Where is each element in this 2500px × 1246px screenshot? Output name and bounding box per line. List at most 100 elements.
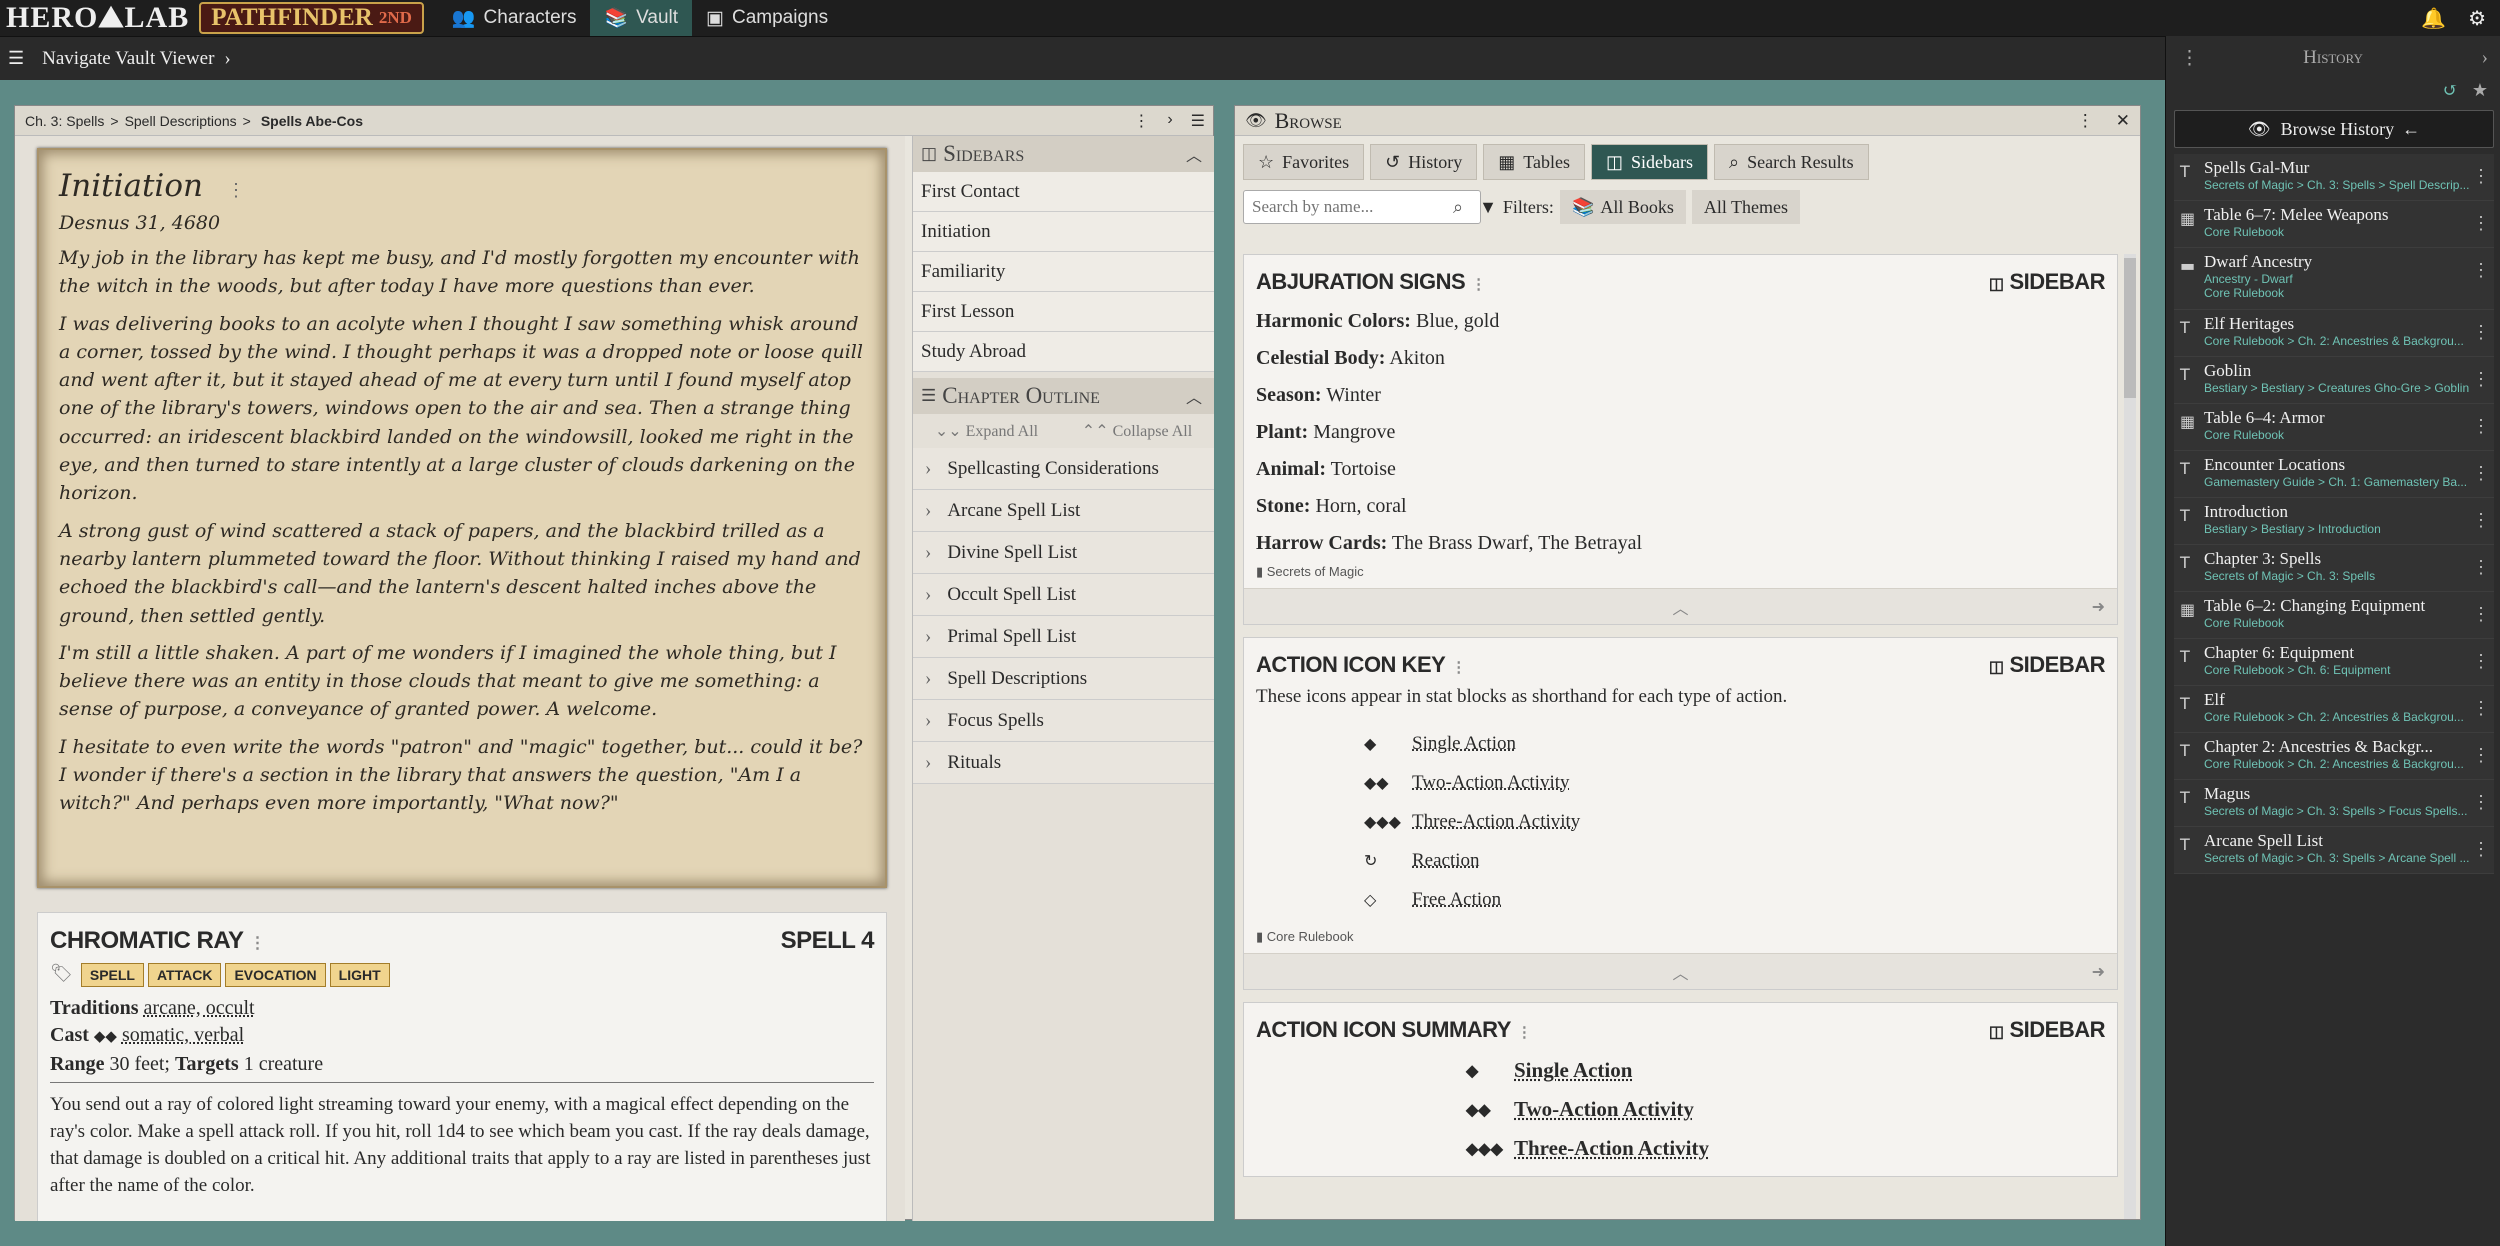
chevron-right-icon[interactable]: › (925, 752, 931, 774)
sidebar-list-item[interactable]: First Lesson (913, 292, 1214, 332)
chevron-right-icon[interactable]: › (224, 48, 230, 70)
action-link[interactable]: Three-Action Activity (1412, 811, 1580, 833)
card-title[interactable]: ACTION ICON SUMMARY (1256, 1017, 1511, 1042)
sidebar-list-item[interactable]: Initiation (913, 212, 1214, 252)
cast-value[interactable]: somatic, verbal (122, 1024, 244, 1046)
tab-characters[interactable]: 👥 Characters (438, 0, 591, 36)
outline-item[interactable]: › Primal Spell List (913, 616, 1214, 658)
arrow-right-icon[interactable]: ➜ (2092, 597, 2105, 616)
chevron-up-icon[interactable]: ︿ (1672, 595, 1688, 619)
action-link[interactable]: Reaction (1412, 850, 1480, 872)
browse-scrollbar[interactable] (2124, 254, 2136, 1219)
herolab-logo[interactable]: HERO⛰LAB (0, 1, 199, 35)
navigate-vault-viewer[interactable]: Navigate Vault Viewer (42, 48, 214, 70)
outline-item[interactable]: › Focus Spells (913, 700, 1214, 742)
more-vertical-icon[interactable]: ⋮ (2180, 47, 2199, 70)
more-vertical-icon[interactable]: ⋮ (2472, 260, 2490, 281)
more-vertical-icon[interactable]: ⋮ (2472, 166, 2490, 187)
more-vertical-icon[interactable]: ⋮ (2472, 698, 2490, 719)
more-vertical-icon[interactable]: ⋮ (2472, 745, 2490, 766)
history-item[interactable]: T Goblin Bestiary > Bestiary > Creatures G… (2174, 357, 2494, 404)
star-icon[interactable]: ★ (2472, 80, 2488, 110)
all-themes-filter[interactable]: All Themes (1691, 190, 1801, 224)
chevron-right-icon[interactable]: › (925, 710, 931, 732)
breadcrumb-item[interactable]: Spell Descriptions (125, 113, 237, 129)
sidebar-list-item[interactable]: Familiarity (913, 252, 1214, 292)
action-link[interactable]: Single Action (1412, 733, 1516, 755)
chapter-outline-header[interactable]: ☰ Chapter Outline ︿ (913, 378, 1214, 414)
trait-badge[interactable]: EVOCATION (225, 963, 326, 987)
history-item[interactable]: T Chapter 3: Spells Secrets of Magic > Ch.… (2174, 545, 2494, 592)
history-item[interactable]: T Spells Gal-Mur Secrets of Magic > Ch. 3:… (2174, 154, 2494, 201)
outline-item[interactable]: › Spellcasting Considerations (913, 448, 1214, 490)
history-item[interactable]: T Arcane Spell List Secrets of Magic > Ch.… (2174, 827, 2494, 874)
sidebars-header[interactable]: ◫ Sidebars ︿ (913, 136, 1214, 172)
gear-icon[interactable]: ⚙ (2468, 6, 2486, 31)
action-link[interactable]: Three-Action Activity (1514, 1136, 1709, 1161)
scrollbar-thumb[interactable] (2124, 258, 2136, 398)
history-icon[interactable]: ↺ (2443, 80, 2458, 110)
chevron-up-icon[interactable]: ︿ (1186, 142, 1202, 166)
card-source-label[interactable]: Core Rulebook (1267, 929, 1354, 944)
more-vertical-icon[interactable]: ⋮ (2472, 792, 2490, 813)
more-vertical-icon[interactable]: ⋮ (2472, 213, 2490, 234)
outline-item[interactable]: › Arcane Spell List (913, 490, 1214, 532)
action-link[interactable]: Free Action (1412, 889, 1501, 911)
history-item[interactable]: T Chapter 6: Equipment Core Rulebook > Ch.… (2174, 639, 2494, 686)
more-vertical-icon[interactable]: ⋮ (2472, 463, 2490, 484)
expand-all-button[interactable]: ⌄⌄ Expand All (935, 421, 1038, 441)
more-vertical-icon[interactable]: ⋮ (1517, 1024, 1532, 1041)
tab-history[interactable]: ↺ History (1370, 144, 1478, 180)
tab-favorites[interactable]: ☆ Favorites (1243, 144, 1365, 180)
close-icon[interactable]: ✕ (2116, 111, 2130, 131)
action-link[interactable]: Two-Action Activity (1514, 1097, 1694, 1122)
collapse-all-button[interactable]: ⌃⌃ Collapse All (1082, 421, 1192, 441)
more-vertical-icon[interactable]: ⋮ (2472, 416, 2490, 437)
outline-item[interactable]: › Occult Spell List (913, 574, 1214, 616)
more-vertical-icon[interactable]: ⋮ (2472, 369, 2490, 390)
more-vertical-icon[interactable]: ⋮ (1133, 111, 1149, 131)
more-vertical-icon[interactable]: ⋮ (227, 180, 245, 201)
history-item[interactable]: ▬ Dwarf Ancestry Ancestry - Dwarf Core Rule… (2174, 248, 2494, 310)
bell-icon[interactable]: 🔔 (2421, 6, 2446, 31)
card-source-label[interactable]: Secrets of Magic (1267, 564, 1364, 579)
history-item[interactable]: T Elf Heritages Core Rulebook > Ch. 2: Anc… (2174, 310, 2494, 357)
more-vertical-icon[interactable]: ⋮ (2077, 111, 2094, 131)
chevron-up-icon[interactable]: ︿ (1672, 960, 1688, 984)
action-link[interactable]: Two-Action Activity (1412, 772, 1570, 794)
more-vertical-icon[interactable]: ⋮ (2472, 839, 2490, 860)
history-item[interactable]: T Magus Secrets of Magic > Ch. 3: Spells >… (2174, 780, 2494, 827)
more-vertical-icon[interactable]: ⋮ (250, 935, 266, 952)
tab-tables[interactable]: ▦ Tables (1483, 144, 1585, 180)
tab-vault[interactable]: 📚 Vault (590, 0, 693, 36)
action-link[interactable]: Single Action (1514, 1058, 1632, 1083)
list-icon[interactable]: ☰ (1191, 111, 1205, 131)
list-icon[interactable]: ☰ (8, 48, 24, 69)
card-title[interactable]: ABJURATION SIGNS (1256, 269, 1466, 294)
outline-item[interactable]: › Divine Spell List (913, 532, 1214, 574)
chevron-right-icon[interactable]: › (925, 458, 931, 480)
tab-campaigns[interactable]: ▣ Campaigns (692, 0, 842, 36)
sidebar-list-item[interactable]: First Contact (913, 172, 1214, 212)
chevron-right-icon[interactable]: › (925, 584, 931, 606)
history-item[interactable]: T Elf Core Rulebook > Ch. 2: Ancestries & … (2174, 686, 2494, 733)
history-item[interactable]: T Chapter 2: Ancestries & Backgr... Core R… (2174, 733, 2494, 780)
traditions-value[interactable]: arcane, occult (144, 997, 255, 1019)
chevron-right-icon[interactable]: › (2482, 47, 2488, 69)
outline-item[interactable]: › Spell Descriptions (913, 658, 1214, 700)
trait-badge[interactable]: LIGHT (329, 963, 390, 987)
chevron-right-icon[interactable]: › (925, 626, 931, 648)
arrow-right-icon[interactable]: ➜ (2092, 962, 2105, 981)
more-vertical-icon[interactable]: ⋮ (2472, 604, 2490, 625)
more-vertical-icon[interactable]: ⋮ (1451, 659, 1466, 676)
outline-item[interactable]: › Rituals (913, 742, 1214, 784)
breadcrumb-item[interactable]: Ch. 3: Spells (25, 113, 104, 129)
more-vertical-icon[interactable]: ⋮ (2472, 510, 2490, 531)
more-vertical-icon[interactable]: ⋮ (1471, 276, 1486, 293)
chevron-right-icon[interactable]: › (925, 668, 931, 690)
more-vertical-icon[interactable]: ⋮ (2472, 557, 2490, 578)
browse-history-button[interactable]: 👁 Browse History ← (2174, 110, 2494, 148)
trait-badge[interactable]: ATTACK (147, 963, 222, 987)
chevron-right-icon[interactable]: › (925, 542, 931, 564)
history-item[interactable]: ▦ Table 6–7: Melee Weapons Core Rulebook ⋮ (2174, 201, 2494, 248)
